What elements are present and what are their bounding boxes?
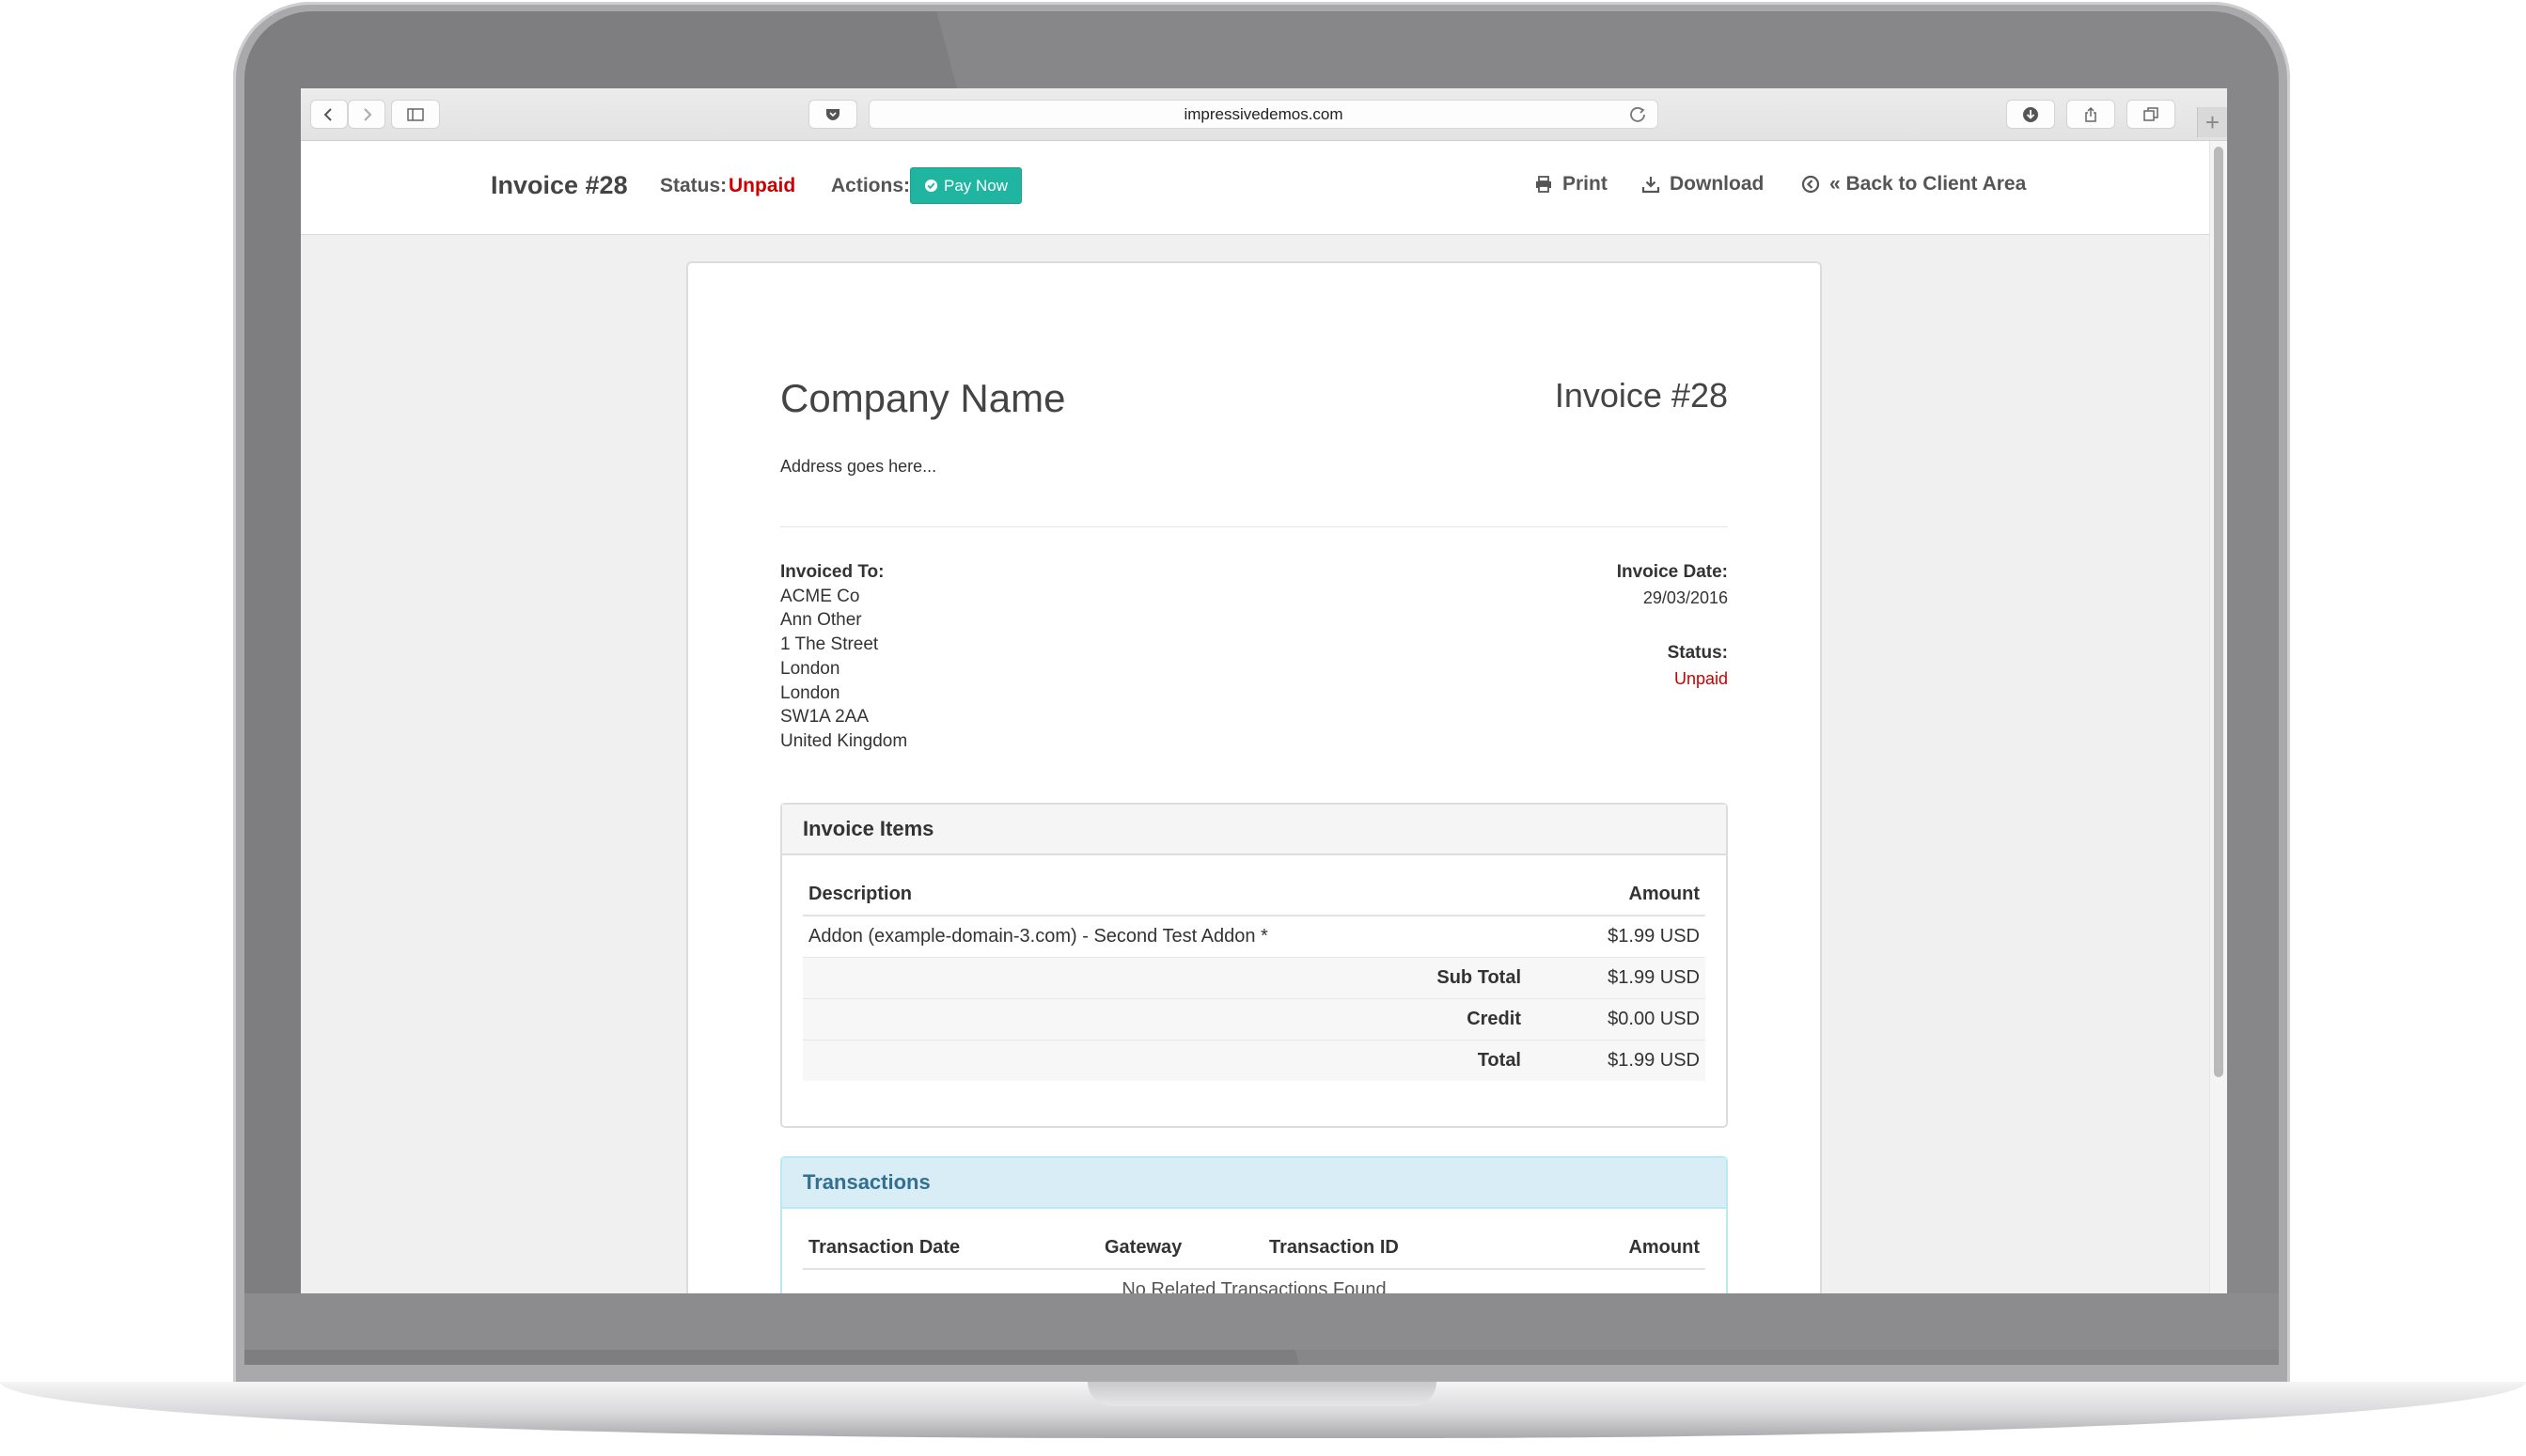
download-label: Download — [1670, 173, 1765, 195]
laptop-notch — [1088, 1382, 1436, 1406]
forward-button[interactable] — [348, 100, 385, 129]
invoice-items-table: Description Amount Addon (example-domain… — [803, 874, 1705, 1081]
invoice-date-label: Invoice Date: — [1616, 562, 1728, 582]
invoiced-to-block: Invoiced To: ACME Co Ann Other 1 The Str… — [780, 560, 907, 754]
plus-icon: + — [2204, 107, 2220, 136]
column-header-description: Description — [803, 874, 1367, 916]
column-header-transaction-date: Transaction Date — [803, 1228, 1099, 1270]
invoice-items-panel: Invoice Items Description Amount Addon (… — [780, 803, 1728, 1128]
invoiced-to-line: 1 The Street — [780, 634, 879, 655]
status-label: Status: — [660, 175, 728, 196]
column-header-amount: Amount — [1542, 1228, 1705, 1270]
column-header-gateway: Gateway — [1099, 1228, 1263, 1270]
scrollbar-thumb[interactable] — [2214, 147, 2223, 1077]
transactions-title: Transactions — [782, 1158, 1726, 1209]
invoiced-to-line: Ann Other — [780, 610, 862, 631]
company-address: Address goes here... — [780, 457, 937, 476]
summary-row: Sub Total $1.99 USD — [803, 957, 1705, 999]
reload-icon[interactable] — [1627, 104, 1648, 125]
item-description: Addon (example-domain-3.com) - Second Te… — [803, 916, 1527, 958]
back-to-client-area-label: « Back to Client Area — [1829, 173, 2027, 195]
company-name: Company Name — [780, 376, 1066, 420]
invoiced-to-line: London — [780, 658, 840, 679]
status-value: Unpaid — [729, 175, 796, 196]
invoice-items-title: Invoice Items — [782, 805, 1726, 855]
download-circle-icon — [2023, 106, 2038, 122]
sidebar-button[interactable] — [391, 100, 440, 129]
total-label: Total — [1367, 1040, 1527, 1081]
actions-label: Actions: — [831, 175, 910, 196]
invoiced-to-label: Invoiced To: — [780, 562, 885, 582]
credit-amount: $0.00 USD — [1527, 998, 1705, 1041]
tabs-button[interactable] — [2126, 100, 2175, 129]
column-header-transaction-id: Transaction ID — [1263, 1228, 1543, 1270]
summary-row: Credit $0.00 USD — [803, 998, 1705, 1041]
browser-toolbar: impressivedemos.com — [301, 88, 2227, 141]
invoice-number: Invoice #28 — [1554, 376, 1728, 415]
download-link[interactable]: Download — [1641, 173, 1764, 196]
downloads-button[interactable] — [2006, 100, 2055, 129]
invoice-sheet: Company Name Invoice #28 Address goes he… — [686, 261, 1822, 1293]
back-button[interactable] — [310, 100, 348, 129]
empty-message: No Related Transactions Found — [803, 1269, 1705, 1293]
pay-now-label: Pay Now — [944, 176, 1009, 195]
url-text: impressivedemos.com — [1184, 104, 1343, 123]
summary-row: Total $1.99 USD — [803, 1040, 1705, 1081]
sidebar-icon — [407, 107, 424, 121]
download-icon — [1641, 177, 1660, 194]
check-circle-icon — [924, 179, 938, 193]
table-row: Addon (example-domain-3.com) - Second Te… — [803, 916, 1705, 958]
transactions-table: Transaction Date Gateway Transaction ID … — [803, 1228, 1705, 1293]
screen: impressivedemos.com + Invoice #28 Status… — [301, 88, 2227, 1293]
item-amount: $1.99 USD — [1527, 916, 1705, 958]
print-icon — [1536, 176, 1551, 193]
share-icon — [2085, 106, 2096, 122]
print-link[interactable]: Print — [1534, 173, 1608, 196]
arrow-circle-left-icon — [1801, 175, 1820, 194]
divider — [780, 526, 1728, 527]
page-title: Invoice #28 — [491, 171, 628, 199]
table-row: No Related Transactions Found — [803, 1269, 1705, 1293]
invoice-date: 29/03/2016 — [1642, 588, 1728, 607]
invoice-meta-block: Invoice Date: 29/03/2016 Status: Unpaid — [1617, 560, 1728, 692]
total-amount: $1.99 USD — [1527, 1040, 1705, 1081]
subtotal-amount: $1.99 USD — [1527, 957, 1705, 999]
print-label: Print — [1562, 173, 1608, 195]
column-header-amount: Amount — [1367, 874, 1705, 916]
subtotal-label: Sub Total — [1367, 957, 1527, 999]
tabs-icon — [2143, 106, 2158, 121]
invoice-status-badge: Unpaid — [1673, 669, 1728, 688]
chevron-left-icon — [323, 107, 332, 121]
invoice-status-label: Status: — [1667, 643, 1728, 663]
transactions-panel: Transactions Transaction Date Gateway Tr… — [780, 1156, 1728, 1293]
pay-now-button[interactable]: Pay Now — [910, 167, 1023, 204]
new-tab-button[interactable]: + — [2197, 107, 2227, 137]
invoice-header-bar: Invoice #28 Status: Unpaid Actions: Pay … — [301, 141, 2209, 235]
chevron-right-icon — [364, 107, 372, 121]
share-button[interactable] — [2066, 100, 2115, 129]
invoiced-to-line: London — [780, 682, 840, 703]
credit-label: Credit — [1367, 998, 1527, 1041]
invoiced-to-line: ACME Co — [780, 586, 860, 606]
url-bar[interactable]: impressivedemos.com — [869, 100, 1658, 129]
back-to-client-area-link[interactable]: « Back to Client Area — [1801, 173, 2026, 196]
invoiced-to-line: United Kingdom — [780, 730, 908, 751]
laptop-chin — [244, 1293, 2279, 1350]
pocket-button[interactable] — [808, 100, 857, 129]
invoiced-to-line: SW1A 2AA — [780, 707, 869, 728]
shield-icon — [826, 108, 839, 120]
